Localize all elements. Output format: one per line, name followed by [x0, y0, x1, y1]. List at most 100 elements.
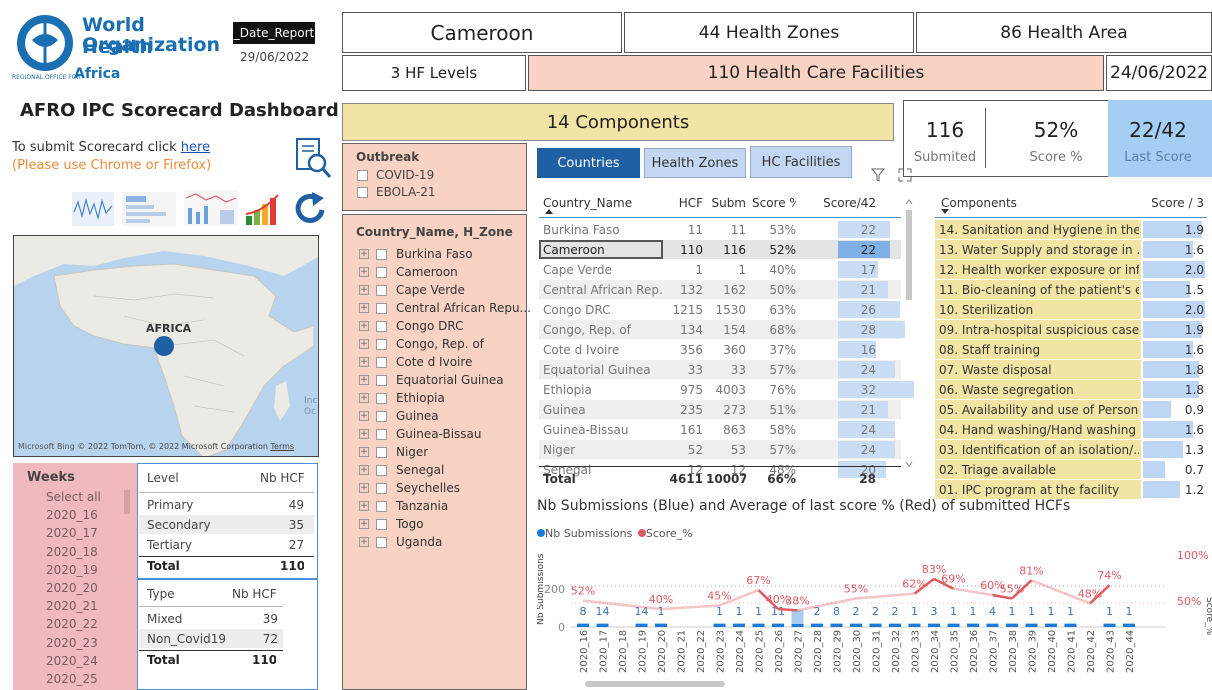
expand-icon[interactable]: +: [359, 321, 369, 331]
component-name: 12. Health worker exposure or inf...: [939, 263, 1139, 277]
focus-mode-icon[interactable]: [898, 168, 912, 182]
expand-icon[interactable]: +: [359, 537, 369, 547]
expand-icon[interactable]: +: [359, 339, 369, 349]
country-tree-item[interactable]: Central African Repu...: [396, 301, 531, 315]
country-checkbox[interactable]: [376, 357, 387, 368]
expand-icon[interactable]: +: [359, 411, 369, 421]
country-tree-item[interactable]: Guinea: [396, 409, 439, 423]
tab-countries[interactable]: Countries: [537, 148, 640, 178]
date-report-value: 29/06/2022: [240, 50, 310, 64]
component-score: 0.9: [1184, 403, 1204, 417]
country-checkbox[interactable]: [376, 465, 387, 476]
week-item[interactable]: 2020_20: [46, 581, 126, 599]
comp-col-header[interactable]: Score / 3: [1140, 196, 1204, 210]
country-tree-item[interactable]: Burkina Faso: [396, 247, 473, 261]
trend-chart-icon[interactable]: [244, 192, 282, 226]
expand-icon[interactable]: +: [359, 465, 369, 475]
expand-icon[interactable]: +: [359, 357, 369, 367]
country-checkbox[interactable]: [376, 249, 387, 260]
country-tree-item[interactable]: Congo, Rep. of: [396, 337, 484, 351]
report-thumbnail-1-icon[interactable]: [72, 192, 114, 226]
country-tree-item[interactable]: Congo DRC: [396, 319, 463, 333]
africa-map[interactable]: AFRICA Inc Oc Microsoft Bing © 2022 TomT…: [13, 235, 319, 457]
expand-icon[interactable]: +: [359, 375, 369, 385]
component-name: 03. Identification of an isolation/...: [939, 443, 1139, 457]
scroll-up-icon[interactable]: [905, 198, 913, 206]
country-tree-item[interactable]: Ethiopia: [396, 391, 445, 405]
country-tree-item[interactable]: Tanzania: [396, 499, 448, 513]
week-item[interactable]: 2020_17: [46, 526, 126, 544]
country-checkbox[interactable]: [376, 537, 387, 548]
country-col-header[interactable]: HCF: [665, 196, 703, 210]
country-checkbox[interactable]: [376, 321, 387, 332]
country-tree-item[interactable]: Senegal: [396, 463, 444, 477]
expand-icon[interactable]: +: [359, 447, 369, 457]
expand-icon[interactable]: +: [359, 483, 369, 493]
country-col-header[interactable]: Score/42: [800, 196, 876, 210]
week-item[interactable]: 2020_25: [46, 672, 126, 690]
expand-icon[interactable]: +: [359, 285, 369, 295]
country-checkbox[interactable]: [376, 411, 387, 422]
outbreak-item[interactable]: COVID-19: [376, 168, 434, 182]
expand-icon[interactable]: +: [359, 267, 369, 277]
country-col-header[interactable]: Country_Name: [543, 196, 663, 210]
date-report-label[interactable]: _Date_Report: [233, 22, 315, 44]
weeks-scrollbar[interactable]: [124, 490, 130, 514]
country-tree-item[interactable]: Guinea-Bissau: [396, 427, 482, 441]
week-item[interactable]: 2020_19: [46, 563, 126, 581]
week-item[interactable]: 2020_18: [46, 545, 126, 563]
outbreak-item[interactable]: EBOLA-21: [376, 185, 436, 199]
country-col-header[interactable]: Score %: [752, 196, 796, 210]
country-tree-item[interactable]: Seychelles: [396, 481, 460, 495]
country-checkbox[interactable]: [376, 393, 387, 404]
country-tree-item[interactable]: Cote d Ivoire: [396, 355, 472, 369]
refresh-icon[interactable]: [294, 190, 328, 226]
outbreak-checkbox[interactable]: [357, 170, 368, 181]
expand-icon[interactable]: +: [359, 249, 369, 259]
submission-label: 2: [872, 605, 879, 618]
country-checkbox[interactable]: [376, 429, 387, 440]
chart-hscrollbar[interactable]: [585, 681, 725, 687]
map-terms-link[interactable]: Terms: [271, 442, 295, 451]
country-checkbox[interactable]: [376, 501, 387, 512]
filter-icon[interactable]: [871, 168, 885, 182]
report-thumbnail-3-icon[interactable]: [184, 190, 238, 226]
tab-health-zones[interactable]: Health Zones: [644, 148, 746, 178]
country-col-header[interactable]: Subm: [706, 196, 746, 210]
country-checkbox[interactable]: [376, 483, 387, 494]
expand-icon[interactable]: +: [359, 429, 369, 439]
x-tick-label: 2020_25: [755, 630, 766, 673]
country-table-scrollbar[interactable]: [906, 210, 912, 300]
country-checkbox[interactable]: [376, 339, 387, 350]
country-checkbox[interactable]: [376, 285, 387, 296]
week-item[interactable]: 2020_22: [46, 617, 126, 635]
country-checkbox[interactable]: [376, 303, 387, 314]
week-item[interactable]: 2020_23: [46, 636, 126, 654]
outbreak-checkbox[interactable]: [357, 187, 368, 198]
country-checkbox[interactable]: [376, 447, 387, 458]
scroll-down-icon[interactable]: [905, 460, 913, 468]
country-tree-item[interactable]: Uganda: [396, 535, 442, 549]
expand-icon[interactable]: +: [359, 501, 369, 511]
week-item[interactable]: 2020_16: [46, 508, 126, 526]
expand-icon[interactable]: +: [359, 303, 369, 313]
country-checkbox[interactable]: [376, 519, 387, 530]
country-checkbox[interactable]: [376, 267, 387, 278]
report-thumbnail-2-icon[interactable]: [122, 192, 176, 226]
expand-icon[interactable]: +: [359, 393, 369, 403]
tab-hc-facilities[interactable]: HC Facilities: [750, 146, 852, 178]
expand-icon[interactable]: +: [359, 519, 369, 529]
week-item[interactable]: Select all: [46, 490, 126, 508]
submit-link[interactable]: here: [181, 140, 210, 155]
bing-logo: Microsoft Bing: [18, 442, 75, 451]
country-tree-item[interactable]: Niger: [396, 445, 428, 459]
comp-col-header[interactable]: Components: [941, 196, 1017, 210]
country-tree-item[interactable]: Cape Verde: [396, 283, 465, 297]
week-item[interactable]: 2020_24: [46, 654, 126, 672]
country-tree-item[interactable]: Togo: [396, 517, 424, 531]
document-search-icon[interactable]: [293, 136, 333, 180]
week-item[interactable]: 2020_21: [46, 599, 126, 617]
country-checkbox[interactable]: [376, 375, 387, 386]
country-tree-item[interactable]: Cameroon: [396, 265, 458, 279]
country-tree-item[interactable]: Equatorial Guinea: [396, 373, 504, 387]
